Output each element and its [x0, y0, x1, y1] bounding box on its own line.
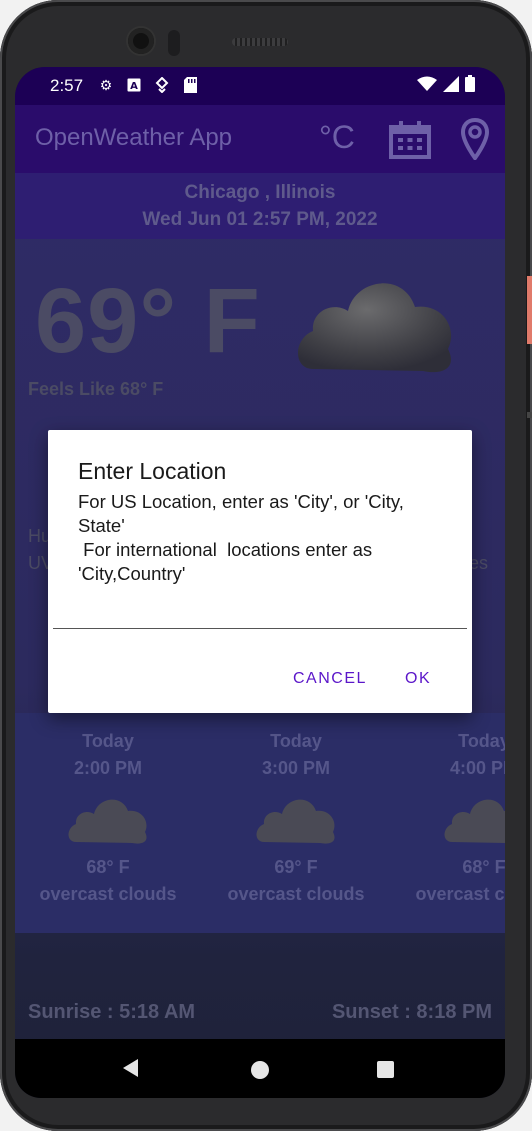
location-pin-icon[interactable] [460, 117, 490, 162]
app-title: OpenWeather App [35, 124, 233, 151]
hourly-desc: overcast clouds [39, 884, 177, 904]
location-input[interactable] [53, 616, 467, 629]
hourly-forecast[interactable]: Today 2:00 PM 68° F overcast clouds Toda… [15, 713, 505, 933]
location-panel: Chicago , Illinois Wed Jun 01 2:57 PM, 2… [15, 173, 505, 239]
signal-icon [443, 75, 459, 97]
svg-text:A: A [130, 81, 138, 92]
hourly-item: Today 4:00 PM 68° F overcast clouds [389, 731, 505, 911]
current-temperature: 69° F [35, 270, 261, 372]
lock-icon [153, 75, 171, 95]
dialog-message: For US Location, enter as 'City', or 'Ci… [78, 491, 404, 584]
cloud-icon [389, 785, 505, 853]
cloud-icon [293, 269, 458, 382]
location-name: Chicago , Illinois [184, 182, 336, 203]
hourly-day: Today [458, 731, 505, 751]
app-bar: OpenWeather App °C [15, 105, 505, 173]
status-bar: 2:57 ⚙ A [15, 67, 505, 105]
enter-location-dialog: Enter Location For US Location, enter as… [48, 430, 472, 713]
status-time: 2:57 [50, 76, 84, 95]
hourly-temp: 68° F [86, 857, 130, 877]
navigation-bar [15, 1039, 505, 1098]
dialog-title: Enter Location [78, 458, 227, 484]
power-button [527, 276, 532, 344]
front-camera [128, 28, 154, 54]
cancel-button[interactable]: CANCEL [293, 670, 367, 688]
back-icon[interactable] [123, 1059, 138, 1077]
proximity-sensor [168, 30, 180, 56]
hourly-day: Today [270, 731, 322, 751]
sd-card-icon [181, 75, 199, 95]
sunset-time: Sunset : 8:18 PM [331, 1001, 492, 1023]
unit-toggle-button[interactable]: °C [319, 119, 355, 156]
volume-button [527, 412, 532, 418]
cloud-icon [15, 785, 203, 853]
cloud-icon [201, 785, 391, 853]
recent-apps-icon[interactable] [377, 1061, 394, 1078]
wifi-icon [417, 76, 437, 97]
home-icon[interactable] [251, 1061, 269, 1079]
location-datetime: Wed Jun 01 2:57 PM, 2022 [142, 209, 378, 230]
hourly-time: 2:00 PM [73, 758, 143, 778]
hourly-time: 3:00 PM [261, 758, 331, 778]
gear-icon: ⚙ [99, 76, 113, 93]
hourly-temp: 69° F [274, 857, 318, 877]
hourly-item: Today 2:00 PM 68° F overcast clouds [15, 731, 203, 911]
calendar-icon[interactable] [389, 121, 431, 159]
hourly-temp: 68° F [462, 857, 505, 877]
hourly-desc: overcast clouds [227, 884, 365, 904]
hourly-time: 4:00 PM [449, 758, 505, 778]
battery-icon [465, 75, 475, 97]
ok-button[interactable]: OK [405, 670, 431, 688]
earpiece-speaker [232, 38, 288, 46]
hourly-item: Today 3:00 PM 69° F overcast clouds [201, 731, 391, 911]
hourly-desc: overcast clouds [415, 884, 505, 904]
sunrise-time: Sunrise : 5:18 AM [28, 1001, 196, 1023]
feels-like: Feels Like 68° F [28, 379, 164, 399]
a-icon: A [125, 75, 143, 95]
hourly-day: Today [82, 731, 134, 751]
